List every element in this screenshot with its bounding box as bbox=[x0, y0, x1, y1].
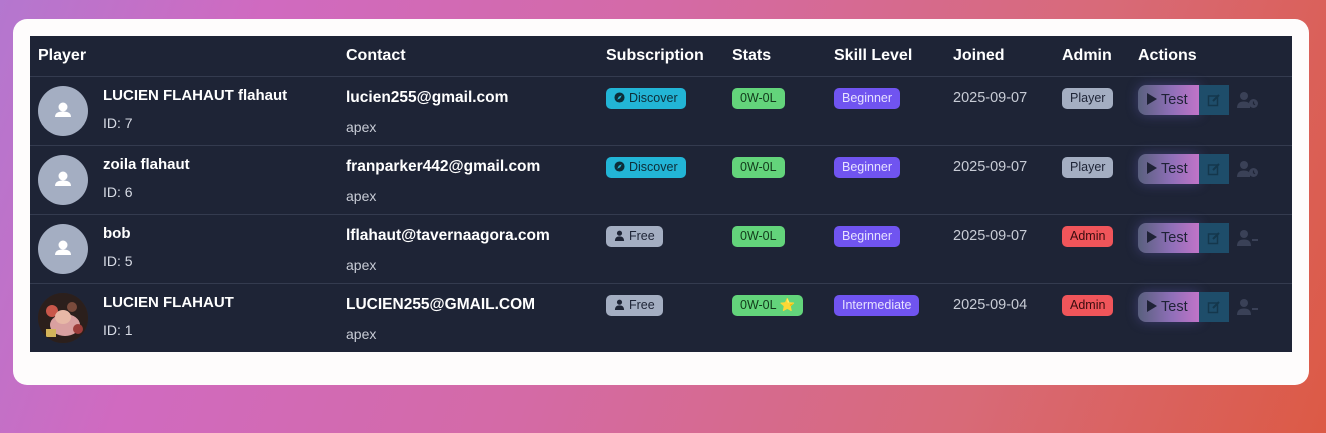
role-badge: Admin bbox=[1062, 295, 1114, 316]
test-button[interactable]: Test bbox=[1138, 85, 1199, 115]
compass-icon bbox=[614, 161, 625, 172]
subscription-label: Discover bbox=[629, 160, 678, 174]
player-org: apex bbox=[346, 326, 377, 342]
edit-icon bbox=[1207, 301, 1220, 314]
subscription-badge: Discover bbox=[606, 157, 686, 178]
edit-icon bbox=[1207, 232, 1220, 245]
default-user-icon bbox=[38, 86, 88, 136]
default-user-icon bbox=[38, 155, 88, 205]
default-user-icon bbox=[38, 224, 88, 274]
player-id: ID: 5 bbox=[103, 253, 133, 269]
test-label: Test bbox=[1161, 230, 1188, 246]
player-name: zoila flahaut bbox=[103, 156, 190, 173]
test-button[interactable]: Test bbox=[1138, 292, 1199, 322]
header-player: Player bbox=[38, 47, 87, 64]
header-actions: Actions bbox=[1138, 47, 1197, 64]
role-badge: Admin bbox=[1062, 226, 1114, 247]
header-skill-level: Skill Level bbox=[834, 47, 913, 64]
user-clock-icon[interactable] bbox=[1237, 91, 1259, 109]
edit-button[interactable] bbox=[1199, 292, 1229, 322]
user-minus-icon[interactable] bbox=[1237, 298, 1259, 316]
skill-badge: Beginner bbox=[834, 157, 901, 178]
test-label: Test bbox=[1161, 92, 1188, 108]
player-email: franparker442@gmail.com bbox=[346, 158, 541, 175]
joined-date: 2025-09-07 bbox=[953, 90, 1028, 106]
player-name: LUCIEN FLAHAUT bbox=[103, 294, 234, 311]
table-row: LUCIEN FLAHAUT flahaut ID: 7 lucien255@g… bbox=[30, 77, 1292, 146]
header-subscription: Subscription bbox=[606, 47, 704, 64]
stats-badge: 0W-0L ⭐ bbox=[732, 295, 804, 316]
player-org: apex bbox=[346, 257, 377, 273]
role-badge: Player bbox=[1062, 88, 1114, 109]
test-label: Test bbox=[1161, 299, 1188, 315]
player-id: ID: 6 bbox=[103, 184, 133, 200]
skill-badge: Beginner bbox=[834, 88, 901, 109]
player-name: bob bbox=[103, 225, 131, 242]
user-icon bbox=[614, 230, 625, 241]
play-icon bbox=[1147, 93, 1157, 105]
edit-icon bbox=[1207, 94, 1220, 107]
joined-date: 2025-09-07 bbox=[953, 228, 1028, 244]
header-joined: Joined bbox=[953, 47, 1005, 64]
player-name: LUCIEN FLAHAUT flahaut bbox=[103, 87, 288, 104]
subscription-badge: Free bbox=[606, 226, 663, 247]
stats-badge: 0W-0L bbox=[732, 226, 785, 247]
user-clock-icon[interactable] bbox=[1237, 160, 1259, 178]
skill-badge: Beginner bbox=[834, 226, 901, 247]
compass-icon bbox=[614, 92, 625, 103]
table-header: Player Contact Subscription Stats Skill … bbox=[30, 36, 1292, 77]
joined-date: 2025-09-07 bbox=[953, 159, 1028, 175]
table-row: LUCIEN FLAHAUT ID: 1 LUCIEN255@GMAIL.COM… bbox=[30, 284, 1292, 353]
stats-badge: 0W-0L bbox=[732, 88, 785, 109]
edit-button[interactable] bbox=[1199, 223, 1229, 253]
player-id: ID: 1 bbox=[103, 322, 133, 338]
edit-button[interactable] bbox=[1199, 85, 1229, 115]
play-icon bbox=[1147, 162, 1157, 174]
skill-badge: Intermediate bbox=[834, 295, 920, 316]
header-contact: Contact bbox=[346, 47, 406, 64]
profile-photo bbox=[38, 293, 88, 343]
test-label: Test bbox=[1161, 161, 1188, 177]
player-email: LUCIEN255@GMAIL.COM bbox=[346, 296, 536, 313]
role-badge: Player bbox=[1062, 157, 1114, 178]
player-org: apex bbox=[346, 188, 377, 204]
player-email: lflahaut@tavernaagora.com bbox=[346, 227, 550, 244]
subscription-badge: Free bbox=[606, 295, 663, 316]
edit-icon bbox=[1207, 163, 1220, 176]
joined-date: 2025-09-04 bbox=[953, 297, 1028, 313]
stats-badge: 0W-0L bbox=[732, 157, 785, 178]
player-id: ID: 7 bbox=[103, 115, 133, 131]
subscription-label: Free bbox=[629, 298, 655, 312]
subscription-badge: Discover bbox=[606, 88, 686, 109]
header-admin: Admin bbox=[1062, 47, 1112, 64]
player-org: apex bbox=[346, 119, 377, 135]
edit-button[interactable] bbox=[1199, 154, 1229, 184]
header-stats: Stats bbox=[732, 47, 772, 64]
play-icon bbox=[1147, 300, 1157, 312]
player-email: lucien255@gmail.com bbox=[346, 89, 509, 106]
subscription-label: Discover bbox=[629, 91, 678, 105]
play-icon bbox=[1147, 231, 1157, 243]
table-row: zoila flahaut ID: 6 franparker442@gmail.… bbox=[30, 146, 1292, 215]
user-icon bbox=[614, 299, 625, 310]
test-button[interactable]: Test bbox=[1138, 223, 1199, 253]
test-button[interactable]: Test bbox=[1138, 154, 1199, 184]
user-minus-icon[interactable] bbox=[1237, 229, 1259, 247]
subscription-label: Free bbox=[629, 229, 655, 243]
table-row: bob ID: 5 lflahaut@tavernaagora.com apex… bbox=[30, 215, 1292, 284]
players-table: Player Contact Subscription Stats Skill … bbox=[30, 36, 1292, 352]
